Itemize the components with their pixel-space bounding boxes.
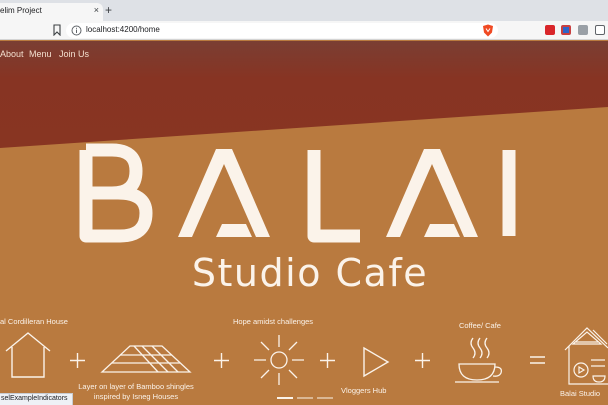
plus-sign: [320, 353, 335, 368]
browser-tab[interactable]: elim Project ×: [0, 3, 103, 21]
status-bar-url: selExampleIndicators: [0, 393, 73, 405]
carousel-indicator-1[interactable]: [277, 397, 293, 399]
extension-gray-icon[interactable]: [578, 25, 588, 35]
brand-logo-wordmark: [79, 143, 516, 243]
caption-bamboo-shingles: Layer on layer of Bamboo shingles inspir…: [78, 382, 194, 401]
equals-sign: [530, 356, 545, 364]
plus-sign: [415, 353, 430, 368]
caption-hope: Hope amidst challenges: [233, 317, 314, 326]
house-icon: [5, 332, 51, 378]
brave-shield-icon[interactable]: [482, 24, 494, 37]
sun-icon: [254, 335, 304, 385]
plus-sign: [70, 353, 85, 368]
nav-join-us[interactable]: Join Us: [59, 49, 89, 59]
new-tab-button[interactable]: +: [105, 3, 112, 17]
carousel-indicator-3[interactable]: [317, 397, 333, 399]
tab-title: elim Project: [0, 6, 42, 15]
caption-vloggers-hub: Vloggers Hub: [341, 386, 387, 395]
extension-red-icon[interactable]: [545, 25, 555, 35]
nav-menu[interactable]: Menu: [29, 49, 52, 59]
coffee-cup-icon: [455, 337, 503, 383]
page-content: About Menu Join Us Studio Cafe al Cordil…: [0, 41, 608, 405]
close-tab-icon[interactable]: ×: [94, 5, 99, 15]
extension-page-icon[interactable]: [595, 25, 605, 35]
extension-blue-icon[interactable]: [561, 25, 571, 35]
caption-cordilleran-house: al Cordilleran House: [0, 317, 68, 326]
brand-tagline: Studio Cafe: [191, 251, 429, 295]
roof-icon: [100, 345, 192, 373]
caption-coffee: Coffee/ Cafe: [459, 321, 501, 330]
tab-strip: elim Project × +: [0, 0, 608, 21]
url-text[interactable]: localhost:4200/home: [86, 25, 160, 34]
plus-sign: [214, 353, 229, 368]
info-icon[interactable]: [71, 25, 82, 36]
carousel-indicator-2[interactable]: [297, 397, 313, 399]
bookmark-icon[interactable]: [52, 24, 62, 36]
nav-about[interactable]: About: [0, 49, 24, 59]
caption-balai-studio: Balai Studio: [560, 389, 601, 398]
balai-studio-icon: [564, 327, 608, 385]
browser-toolbar: localhost:4200/home: [0, 21, 608, 40]
play-icon: [363, 346, 390, 378]
address-bar[interactable]: localhost:4200/home: [66, 23, 498, 38]
